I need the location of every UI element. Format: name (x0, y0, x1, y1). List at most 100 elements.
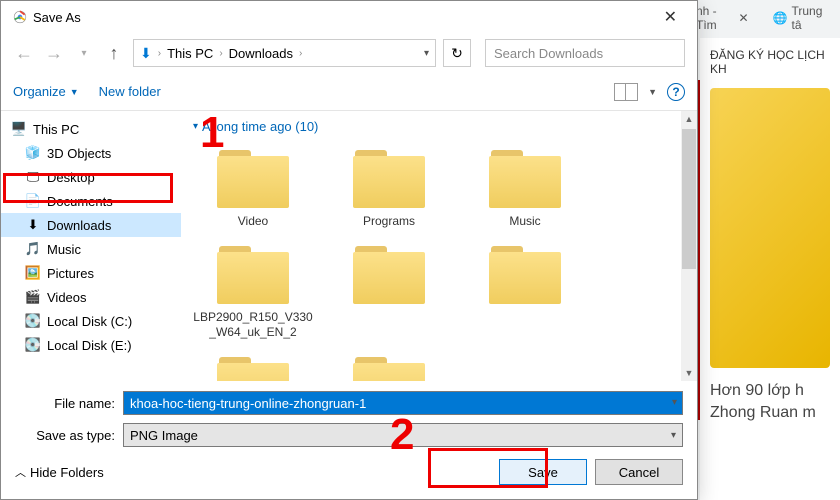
sidebar-item-label: Music (47, 242, 81, 257)
up-button[interactable]: ↑ (103, 42, 125, 64)
browser-page: ĐĂNG KÝ HỌC LỊCH KH Hơn 90 lớp h Zhong R… (700, 38, 840, 500)
pc-icon: 🖥️ (11, 121, 27, 137)
folder-item[interactable]: Programs (329, 146, 449, 230)
sidebar-item-label: 3D Objects (47, 146, 111, 161)
folder-item[interactable] (329, 353, 449, 381)
folder-item[interactable] (193, 353, 313, 381)
sidebar-item-videos[interactable]: 🎬 Videos (1, 285, 181, 309)
file-list: ▾ A long time ago (10) Video Programs Musi… (181, 111, 697, 381)
titlebar: Save As ✕ (1, 1, 697, 33)
folder-icon (213, 146, 293, 210)
breadcrumb-root[interactable]: This PC (167, 46, 213, 61)
search-placeholder: Search Downloads (494, 46, 603, 61)
scroll-thumb[interactable] (682, 129, 696, 269)
folder-item[interactable] (465, 242, 585, 341)
back-button[interactable]: ← (13, 42, 35, 64)
folder-item[interactable]: LBP2900_R150_V330_W64_uk_EN_2 (193, 242, 313, 341)
search-input[interactable]: Search Downloads (485, 39, 685, 67)
filetype-select[interactable]: PNG Image ▾ (123, 423, 683, 447)
cancel-button[interactable]: Cancel (595, 459, 683, 485)
save-button[interactable]: Save (499, 459, 587, 485)
toolbar: Organize ▼ New folder ▼ ? (1, 73, 697, 111)
sidebar-item-music[interactable]: 🎵 Music (1, 237, 181, 261)
disk-icon: 💽 (25, 337, 41, 353)
folder-icon (485, 146, 565, 210)
folder-icon (349, 242, 429, 306)
recent-dropdown[interactable]: ▾ (73, 42, 95, 64)
browser-tab[interactable]: 🌐Trung tâ (765, 0, 832, 36)
bottom-panel: File name: ▾ Save as type: PNG Image ▾ ︿… (1, 381, 697, 499)
chevron-down-icon[interactable]: ▾ (424, 48, 429, 59)
folder-icon (349, 146, 429, 210)
chevron-down-icon[interactable]: ▾ (672, 397, 677, 408)
sidebar-item-pictures[interactable]: 🖼️ Pictures (1, 261, 181, 285)
group-header[interactable]: ▾ A long time ago (10) (193, 119, 685, 134)
scrollbar[interactable]: ▲ ▼ (681, 111, 697, 381)
folder-label: Music (509, 214, 540, 230)
disk-icon: 💽 (25, 313, 41, 329)
docs-icon: 📄 (25, 193, 41, 209)
folder-item[interactable] (329, 242, 449, 341)
sidebar-item-label: Local Disk (C:) (47, 314, 132, 329)
save-as-dialog: Save As ✕ ← → ▾ ↑ ⬇ › This PC › Download… (0, 0, 698, 500)
forward-button: → (43, 42, 65, 64)
3d-icon: 🧊 (25, 145, 41, 161)
chevron-up-icon: ︿ (15, 464, 26, 480)
chevron-down-icon: ▾ (193, 121, 198, 132)
sidebar-item-label: Pictures (47, 266, 94, 281)
chevron-right-icon: › (219, 48, 222, 59)
help-button[interactable]: ? (667, 83, 685, 101)
browser-tab[interactable]: nh - Tìm✕ (688, 0, 757, 36)
page-image (710, 88, 830, 368)
folder-item[interactable]: Music (465, 146, 585, 230)
pictures-icon: 🖼️ (25, 265, 41, 281)
breadcrumb-current[interactable]: Downloads (229, 46, 293, 61)
sidebar-item-local-disk-e-[interactable]: 💽 Local Disk (E:) (1, 333, 181, 357)
filename-label: File name: (15, 396, 123, 411)
chrome-icon (13, 10, 27, 24)
sidebar: 🖥️ This PC 🧊 3D Objects 🖵 Desktop 📄 Documents ⬇ D… (1, 111, 181, 381)
breadcrumb[interactable]: ⬇ › This PC › Downloads › ▾ (133, 39, 436, 67)
downloads-icon: ⬇ (25, 217, 41, 233)
videos-icon: 🎬 (25, 289, 41, 305)
sidebar-item-3d-objects[interactable]: 🧊 3D Objects (1, 141, 181, 165)
folder-icon (485, 242, 565, 306)
sidebar-item-local-disk-c-[interactable]: 💽 Local Disk (C:) (1, 309, 181, 333)
close-button[interactable]: ✕ (656, 7, 685, 27)
dialog-title: Save As (33, 10, 81, 25)
view-options-button[interactable] (614, 83, 638, 101)
music-icon: 🎵 (25, 241, 41, 257)
sidebar-item-label: Downloads (47, 218, 111, 233)
download-icon: ⬇ (140, 45, 152, 62)
filetype-label: Save as type: (15, 428, 123, 443)
new-folder-button[interactable]: New folder (99, 84, 161, 99)
page-text: Hơn 90 lớp h Zhong Ruan m (710, 380, 830, 425)
hide-folders-button[interactable]: ︿ Hide Folders (15, 464, 104, 480)
sidebar-item-label: This PC (33, 122, 79, 137)
sidebar-item-label: Desktop (47, 170, 95, 185)
navbar: ← → ▾ ↑ ⬇ › This PC › Downloads › ▾ ↻ Se… (1, 33, 697, 73)
scroll-down-icon[interactable]: ▼ (681, 365, 697, 381)
organize-button[interactable]: Organize ▼ (13, 84, 79, 99)
desktop-icon: 🖵 (25, 169, 41, 185)
chevron-right-icon: › (299, 48, 302, 59)
sidebar-item-documents[interactable]: 📄 Documents (1, 189, 181, 213)
sidebar-item-label: Local Disk (E:) (47, 338, 132, 353)
scroll-up-icon[interactable]: ▲ (681, 111, 697, 127)
folder-icon (349, 353, 429, 381)
chevron-down-icon[interactable]: ▼ (648, 87, 657, 97)
folder-icon (213, 353, 293, 381)
folder-item[interactable]: Video (193, 146, 313, 230)
refresh-button[interactable]: ↻ (443, 39, 471, 67)
sidebar-item-label: Documents (47, 194, 113, 209)
sidebar-item-desktop[interactable]: 🖵 Desktop (1, 165, 181, 189)
sidebar-item-downloads[interactable]: ⬇ Downloads (1, 213, 181, 237)
filename-input[interactable] (123, 391, 683, 415)
folder-icon (213, 242, 293, 306)
sidebar-item-label: Videos (47, 290, 87, 305)
chevron-down-icon: ▾ (671, 430, 676, 441)
page-link[interactable]: ĐĂNG KÝ HỌC LỊCH KH (710, 48, 830, 76)
chevron-right-icon: › (158, 48, 161, 59)
sidebar-item-this-pc[interactable]: 🖥️ This PC (1, 117, 181, 141)
folder-label: Video (238, 214, 268, 230)
